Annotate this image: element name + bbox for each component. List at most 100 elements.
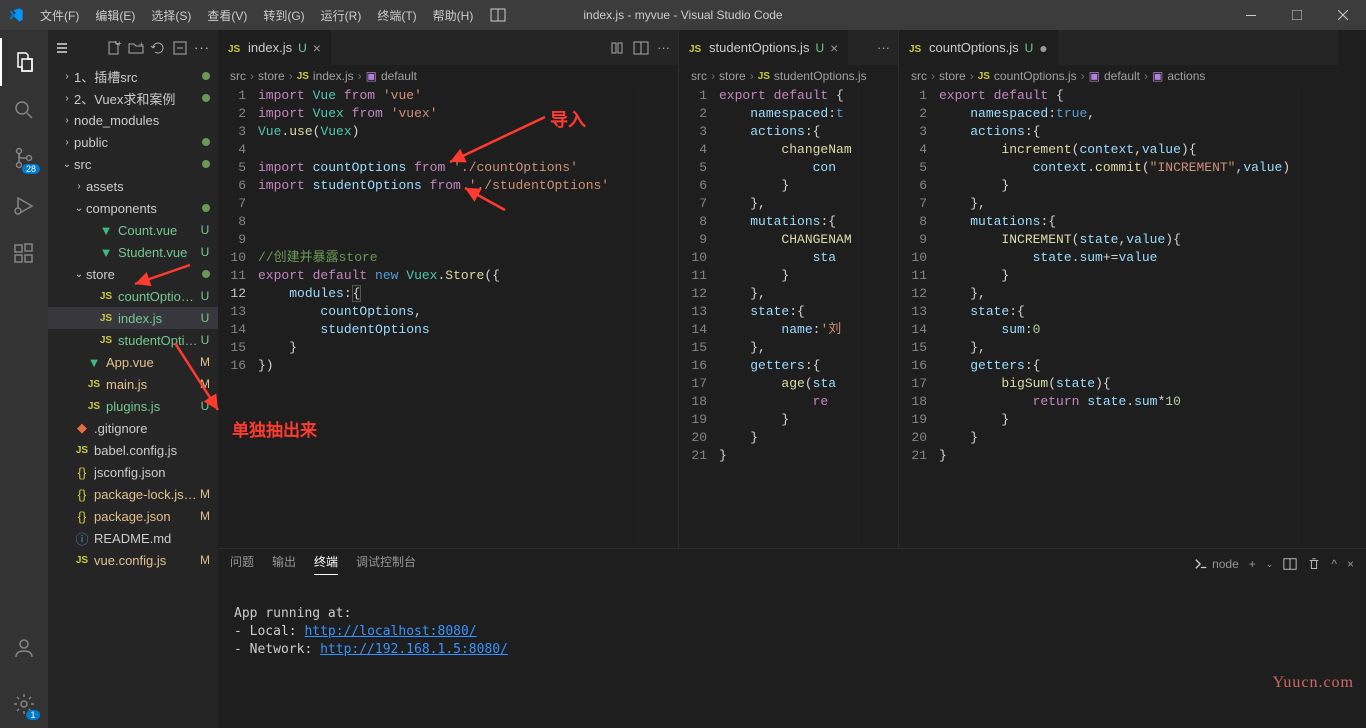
actions-icon[interactable] — [56, 40, 72, 56]
tree-folder[interactable]: ›assets — [48, 175, 218, 197]
tree-file[interactable]: JSplugins.jsU — [48, 395, 218, 417]
terminal-close-icon[interactable]: × — [1347, 557, 1354, 571]
tree-folder[interactable]: ⌄src — [48, 153, 218, 175]
tab-close-icon[interactable]: × — [830, 40, 838, 56]
new-folder-icon[interactable]: + — [128, 40, 144, 56]
compare-icon[interactable] — [609, 40, 625, 56]
minimap[interactable] — [858, 87, 898, 548]
breadcrumb-item[interactable]: default — [381, 69, 417, 83]
terminal-new-icon[interactable]: + — [1249, 557, 1256, 571]
terminal-split-icon[interactable] — [1283, 557, 1297, 571]
tree-file[interactable]: ▼App.vueM — [48, 351, 218, 373]
tree-folder[interactable]: ⌄store — [48, 263, 218, 285]
tree-file[interactable]: ⓘREADME.md — [48, 527, 218, 549]
terminal-shell-label[interactable]: node — [1194, 557, 1239, 571]
minimap[interactable] — [1298, 87, 1338, 548]
breadcrumb[interactable]: src›store›JS index.js›▣ default — [218, 65, 678, 87]
extensions-activity[interactable] — [0, 230, 48, 278]
breadcrumb-item[interactable]: default — [1104, 69, 1140, 83]
tab-close-icon[interactable]: × — [313, 40, 321, 56]
tree-folder[interactable]: ›node_modules — [48, 109, 218, 131]
refresh-icon[interactable] — [150, 40, 166, 56]
editor-group: JSindex.jsU× ··· src›store›JS index.js›▣ d… — [218, 30, 678, 548]
breadcrumb-item[interactable]: src — [911, 69, 927, 83]
collapse-icon[interactable] — [172, 40, 188, 56]
tree-file[interactable]: JScountOptions.jsU — [48, 285, 218, 307]
git-status: U — [198, 245, 212, 259]
terminal-trash-icon[interactable] — [1307, 557, 1321, 571]
settings-activity[interactable]: 1 — [0, 680, 48, 728]
tree-file[interactable]: JSstudentOptio...U — [48, 329, 218, 351]
breadcrumb-item[interactable]: store — [258, 69, 285, 83]
maximize-button[interactable] — [1274, 0, 1320, 30]
tree-folder[interactable]: ›public — [48, 131, 218, 153]
code-editor[interactable]: 123456789101112131415161718192021export … — [899, 87, 1338, 548]
code-content[interactable]: export default { namespaced:true, action… — [939, 87, 1298, 548]
breadcrumb-item[interactable]: actions — [1167, 69, 1205, 83]
breadcrumb[interactable]: src›store›JS countOptions.js›▣ default›▣… — [899, 65, 1338, 87]
split-icon[interactable] — [633, 40, 649, 56]
terminal-tab[interactable]: 终端 — [314, 553, 338, 575]
scm-activity[interactable]: 28 — [0, 134, 48, 182]
terminal-body[interactable]: App running at: - Local: http://localhos… — [218, 579, 1366, 728]
menu-item[interactable]: 帮助(H) — [425, 7, 482, 24]
breadcrumb-item[interactable]: store — [719, 69, 746, 83]
explorer-activity[interactable] — [0, 38, 48, 86]
code-content[interactable]: import Vue from 'vue'import Vuex from 'v… — [258, 87, 638, 548]
tree-file[interactable]: JSindex.jsU — [48, 307, 218, 329]
menu-item[interactable]: 查看(V) — [199, 7, 255, 24]
close-button[interactable] — [1320, 0, 1366, 30]
breadcrumb-item[interactable]: src — [691, 69, 707, 83]
tree-file[interactable]: JSmain.jsM — [48, 373, 218, 395]
editor-tab[interactable]: JSstudentOptions.jsU× — [679, 30, 848, 65]
code-content[interactable]: export default { namespaced:t actions:{ … — [719, 87, 858, 548]
tree-file[interactable]: {}jsconfig.json — [48, 461, 218, 483]
editor-tab[interactable]: JScountOptions.jsU● — [899, 30, 1058, 65]
terminal-tab[interactable]: 输出 — [272, 553, 296, 575]
more-icon[interactable]: ··· — [194, 40, 210, 55]
layout-button[interactable] — [481, 7, 515, 23]
tree-file[interactable]: JSbabel.config.js — [48, 439, 218, 461]
debug-activity[interactable] — [0, 182, 48, 230]
more-icon[interactable]: ··· — [657, 40, 670, 56]
tab-close-icon[interactable]: ● — [1039, 40, 1047, 56]
code-editor[interactable]: 123456789101112131415161718192021export … — [679, 87, 898, 548]
menu-item[interactable]: 文件(F) — [32, 7, 87, 24]
tab-label: countOptions.js — [929, 40, 1019, 55]
breadcrumb-item[interactable]: countOptions.js — [994, 69, 1077, 83]
breadcrumb-item[interactable]: index.js — [313, 69, 354, 83]
more-icon[interactable]: ··· — [877, 40, 890, 55]
minimap[interactable] — [638, 87, 678, 548]
tree-file[interactable]: JSvue.config.jsM — [48, 549, 218, 571]
tree-file[interactable]: ▼Student.vueU — [48, 241, 218, 263]
editor-tab[interactable]: JSindex.jsU× — [218, 30, 331, 65]
code-editor[interactable]: 12345678910111213141516import Vue from '… — [218, 87, 678, 548]
breadcrumb[interactable]: src›store›JS studentOptions.js — [679, 65, 898, 87]
menu-item[interactable]: 选择(S) — [143, 7, 199, 24]
minimize-button[interactable] — [1228, 0, 1274, 30]
breadcrumb-item[interactable]: studentOptions.js — [774, 69, 867, 83]
tree-file[interactable]: ◆.gitignore — [48, 417, 218, 439]
account-activity[interactable] — [0, 624, 48, 672]
tree-folder[interactable]: ⌄components — [48, 197, 218, 219]
tree-folder[interactable]: ›2、Vuex求和案例 — [48, 87, 218, 109]
menu-item[interactable]: 转到(G) — [255, 7, 312, 24]
terminal-dropdown-icon[interactable]: ⌄ — [1266, 559, 1274, 570]
tree-file[interactable]: {}package.jsonM — [48, 505, 218, 527]
breadcrumb-item[interactable]: store — [939, 69, 966, 83]
tree-file[interactable]: {}package-lock.jsonM — [48, 483, 218, 505]
menu-item[interactable]: 运行(R) — [313, 7, 370, 24]
terminal-tab[interactable]: 调试控制台 — [356, 553, 416, 575]
menu-item[interactable]: 编辑(E) — [87, 7, 143, 24]
modified-dot-icon — [202, 270, 210, 278]
new-file-icon[interactable]: + — [106, 40, 122, 56]
terminal-maximize-icon[interactable]: ^ — [1331, 557, 1337, 571]
terminal-tab[interactable]: 问题 — [230, 553, 254, 575]
menu-item[interactable]: 终端(T) — [369, 7, 424, 24]
search-activity[interactable] — [0, 86, 48, 134]
scm-badge: 28 — [22, 164, 40, 174]
tree-folder[interactable]: ›1、插槽src — [48, 65, 218, 87]
tree-file[interactable]: ▼Count.vueU — [48, 219, 218, 241]
file-tree: ›1、插槽src›2、Vuex求和案例›node_modules›public⌄… — [48, 65, 218, 728]
breadcrumb-item[interactable]: src — [230, 69, 246, 83]
